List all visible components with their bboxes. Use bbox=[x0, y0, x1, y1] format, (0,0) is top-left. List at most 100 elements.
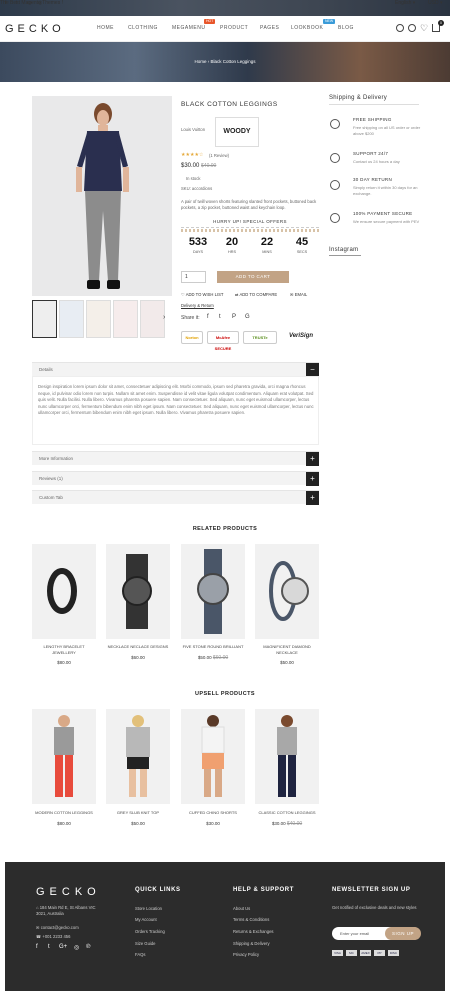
upsell-card-1[interactable] bbox=[32, 709, 96, 804]
footer-link[interactable]: Orders Tracking bbox=[135, 929, 165, 934]
stock-status: In stock bbox=[186, 176, 201, 181]
support-icon bbox=[330, 153, 340, 163]
footer-link[interactable]: Terms & Conditions bbox=[233, 917, 269, 922]
review-count[interactable]: (1 Review) bbox=[209, 153, 229, 158]
product-name[interactable]: FIVE STONE ROUND BRILLIANT bbox=[181, 644, 245, 650]
nav-lookbook[interactable]: LOOKBOOK bbox=[291, 25, 323, 31]
instagram-icon[interactable]: ◎ bbox=[74, 944, 79, 951]
feature-title-support: SUPPORT 24/7 bbox=[353, 151, 389, 156]
pinterest-icon[interactable]: ℗ bbox=[86, 944, 90, 950]
upsell-card-2[interactable] bbox=[106, 709, 170, 804]
product-main-image[interactable] bbox=[32, 96, 172, 296]
search-icon[interactable] bbox=[396, 24, 404, 32]
footer-email[interactable]: ✉ contact@gecko.com bbox=[36, 925, 79, 930]
footer-link[interactable]: Shipping & Delivery bbox=[233, 941, 270, 946]
countdown-mins: 22 MINS bbox=[260, 236, 274, 254]
logo[interactable]: GECKO bbox=[5, 23, 65, 35]
product-price-group: $50.00 $60.00 bbox=[197, 655, 229, 661]
twitter-share-icon[interactable]: t bbox=[219, 314, 221, 320]
language-select[interactable]: English ▾ bbox=[395, 0, 415, 6]
tab-details[interactable]: Details − bbox=[32, 362, 319, 377]
nav-home[interactable]: HOME bbox=[97, 25, 114, 31]
product-price: $50.00 bbox=[131, 821, 145, 826]
product-name[interactable]: MODERN COTTON LEGGINGS bbox=[32, 810, 96, 816]
nav-megamenu[interactable]: MEGAMENU bbox=[172, 25, 205, 31]
currency-select[interactable]: USD ▾ bbox=[428, 0, 442, 6]
newsletter-email-input[interactable]: Enter your email bbox=[340, 931, 369, 936]
wishlist-link[interactable]: ♡ ADD TO WISH LIST bbox=[181, 292, 223, 297]
breadcrumb-sep: › bbox=[207, 59, 210, 64]
nav-pages[interactable]: PAGES bbox=[260, 25, 279, 31]
expand-icon[interactable]: + bbox=[306, 472, 319, 486]
signup-button[interactable]: SIGN UP bbox=[385, 927, 421, 940]
newsletter-desc: Get notified of exclusive deals and new … bbox=[332, 905, 417, 910]
facebook-share-icon[interactable]: f bbox=[207, 314, 209, 320]
heart-icon[interactable]: ♡ bbox=[420, 23, 428, 34]
footer-link[interactable]: FAQs bbox=[135, 952, 145, 957]
google-share-icon[interactable]: G bbox=[245, 314, 250, 320]
footer-link[interactable]: Size Guide bbox=[135, 941, 155, 946]
related-card-1[interactable] bbox=[32, 544, 96, 639]
help-title: HELP & SUPPORT bbox=[233, 887, 294, 893]
related-card-2[interactable] bbox=[106, 544, 170, 639]
product-price: $30.00 bbox=[206, 821, 220, 826]
user-icon[interactable] bbox=[408, 24, 416, 32]
return-icon bbox=[330, 180, 340, 190]
footer-link[interactable]: Store Location bbox=[135, 906, 162, 911]
add-to-cart-button[interactable]: ADD TO CART bbox=[217, 271, 289, 283]
google-plus-icon[interactable]: G+ bbox=[59, 944, 67, 950]
product-name[interactable]: LENGTHY BRACELET JEWELLERY bbox=[32, 644, 96, 655]
thumbnail-1[interactable] bbox=[32, 300, 57, 338]
pinterest-share-icon[interactable]: P bbox=[232, 314, 236, 320]
product-name[interactable]: CUFFED CHINO SHORTS bbox=[181, 810, 245, 816]
visa-icon: VISA bbox=[332, 950, 343, 956]
model-image bbox=[201, 715, 225, 797]
thumbnail-4[interactable] bbox=[113, 300, 138, 338]
nav-product[interactable]: PRODUCT bbox=[220, 25, 248, 31]
facebook-icon[interactable]: f bbox=[36, 944, 38, 950]
upsell-card-4[interactable] bbox=[255, 709, 319, 804]
verisign-badge: VeriSign bbox=[288, 333, 314, 339]
footer-logo[interactable]: GECKO bbox=[36, 886, 101, 898]
promo-text: The Best Magento Themes ! bbox=[0, 0, 63, 6]
thumbnail-2[interactable] bbox=[59, 300, 84, 338]
product-name[interactable]: NECKLACE NECLACE DESIGNS bbox=[106, 644, 170, 650]
expand-icon[interactable]: + bbox=[306, 491, 319, 505]
collapse-icon[interactable]: − bbox=[306, 363, 319, 377]
thumb-next-icon[interactable]: › bbox=[163, 314, 165, 321]
quantity-input[interactable]: 1 bbox=[181, 271, 206, 283]
countdown-secs: 45 SECS bbox=[295, 236, 309, 254]
breadcrumb-home[interactable]: Home bbox=[194, 59, 206, 64]
delivery-return-link[interactable]: Delivery & Return bbox=[181, 303, 214, 308]
details-text: Design inspiration lorem ipsum dolor sit… bbox=[38, 384, 314, 415]
expand-icon[interactable]: + bbox=[306, 452, 319, 466]
twitter-icon[interactable]: t bbox=[48, 944, 50, 950]
divider bbox=[181, 227, 319, 228]
related-card-4[interactable] bbox=[255, 544, 319, 639]
model-image bbox=[54, 715, 74, 797]
footer-link[interactable]: Privacy Policy bbox=[233, 952, 259, 957]
product-price: $80.00 bbox=[57, 821, 71, 826]
product-name[interactable]: MAGNIFICENT DIAMOND NECKLACE bbox=[255, 644, 319, 655]
top-bar bbox=[0, 0, 450, 16]
thumbnail-3[interactable] bbox=[86, 300, 111, 338]
compare-link[interactable]: ⇄ ADD TO COMPARE bbox=[235, 292, 277, 297]
nav-clothing[interactable]: CLOTHING bbox=[128, 25, 158, 31]
thumbnail-5[interactable] bbox=[140, 300, 165, 338]
tab-reviews[interactable]: Reviews (1) + bbox=[32, 471, 319, 486]
model-image bbox=[126, 715, 150, 797]
nav-blog[interactable]: BLOG bbox=[338, 25, 354, 31]
brand-label: Louis Vuitton bbox=[181, 127, 206, 132]
product-name[interactable]: CLASSIC COTTON LEGGINGS bbox=[255, 810, 319, 816]
tab-more-information[interactable]: More Information + bbox=[32, 451, 319, 466]
related-heading: RELATED PRODUCTS bbox=[192, 526, 258, 532]
related-card-3[interactable] bbox=[181, 544, 245, 639]
footer-link[interactable]: My Account bbox=[135, 917, 157, 922]
hot-badge: HOT bbox=[204, 19, 216, 24]
product-name[interactable]: GREY SLUB KNIT TOP bbox=[106, 810, 170, 816]
footer-link[interactable]: Returns & Exchanges bbox=[233, 929, 274, 934]
email-link[interactable]: ✉ EMAIL bbox=[290, 292, 307, 297]
footer-link[interactable]: About Us bbox=[233, 906, 250, 911]
upsell-card-3[interactable] bbox=[181, 709, 245, 804]
tab-custom[interactable]: Custom Tab + bbox=[32, 490, 319, 505]
